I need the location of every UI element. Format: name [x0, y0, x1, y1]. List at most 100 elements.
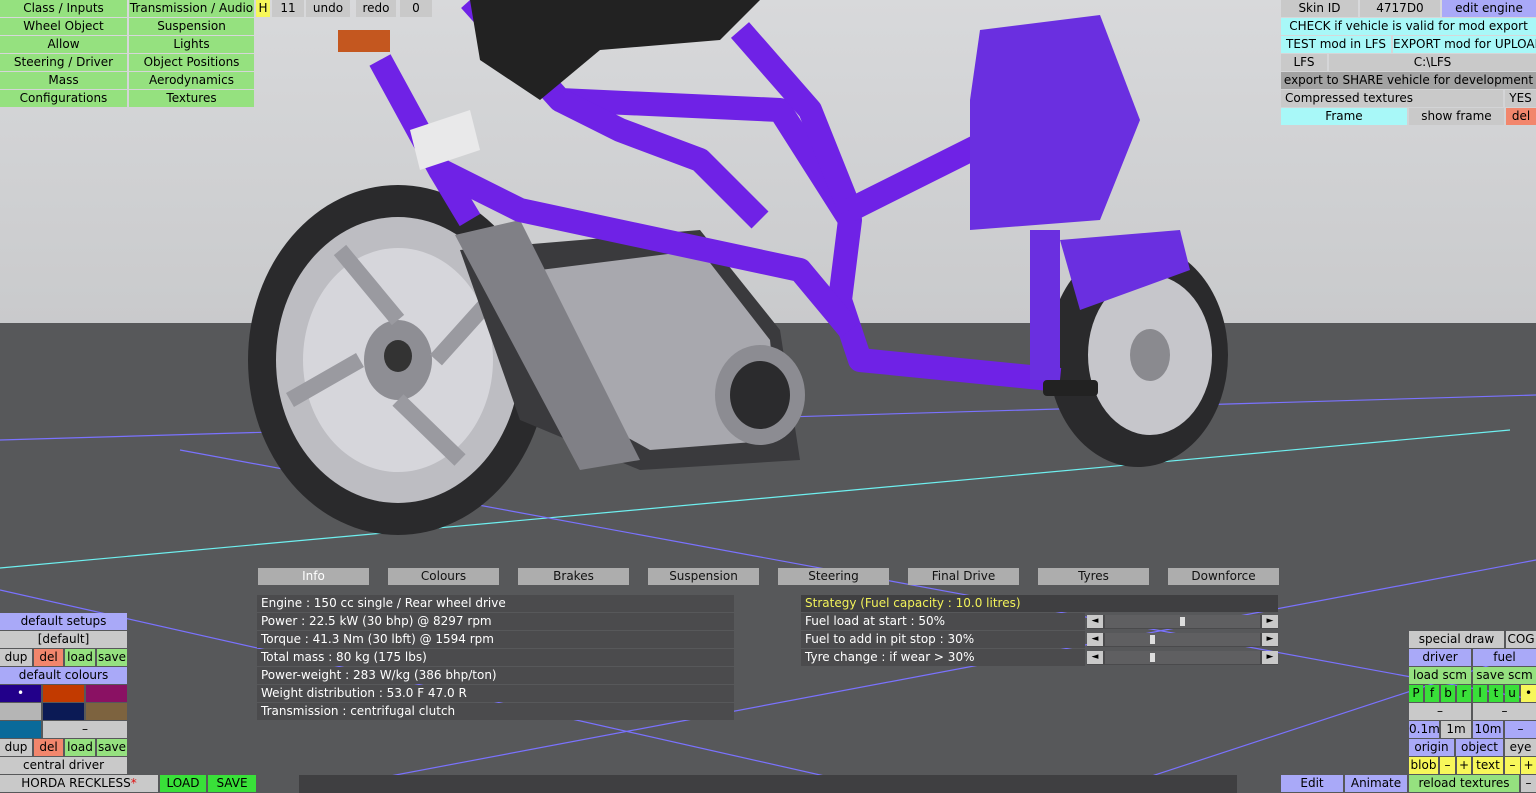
special-draw-button[interactable]: special draw: [1409, 631, 1504, 648]
view-toggle-button[interactable]: u: [1505, 685, 1519, 702]
colour-swatch-6[interactable]: [86, 703, 127, 720]
export-mod-button[interactable]: EXPORT mod for UPLOAD: [1393, 36, 1536, 53]
colour-swatch-7[interactable]: [0, 721, 41, 738]
tab-item[interactable]: Brakes: [518, 568, 629, 585]
menu-item[interactable]: Transmission / Audio: [129, 0, 254, 17]
view-toggle-button[interactable]: b: [1441, 685, 1455, 702]
menu-item[interactable]: Allow: [0, 36, 127, 53]
origin-button[interactable]: origin: [1409, 739, 1454, 756]
slider-left-arrow-icon[interactable]: ◄: [1087, 633, 1103, 646]
colour-swatch-3[interactable]: [86, 685, 127, 702]
undo-button[interactable]: undo: [306, 0, 350, 17]
tab-item[interactable]: Final Drive: [908, 568, 1019, 585]
tab-item[interactable]: Info: [258, 568, 369, 585]
colour-swatch-5[interactable]: [43, 703, 84, 720]
view-toggle-button[interactable]: l: [1473, 685, 1487, 702]
slider-right-arrow-icon[interactable]: ►: [1262, 633, 1278, 646]
slider-knob[interactable]: [1180, 617, 1185, 626]
menu-item[interactable]: Aerodynamics: [129, 72, 254, 89]
compressed-textures-toggle[interactable]: YES: [1505, 90, 1536, 107]
slider-track[interactable]: [1105, 633, 1260, 646]
view-toggle-button[interactable]: •: [1521, 685, 1536, 702]
frame-button[interactable]: Frame: [1281, 108, 1407, 125]
setup-default-item[interactable]: [default]: [0, 631, 127, 648]
distance-0-1m-button[interactable]: 0.1m: [1409, 721, 1439, 738]
car-save-button[interactable]: SAVE: [208, 775, 256, 792]
colour-swatch-1[interactable]: •: [0, 685, 41, 702]
toggle-minus-right[interactable]: –: [1473, 703, 1536, 720]
blob-minus-button[interactable]: –: [1440, 757, 1455, 774]
fuel-button[interactable]: fuel: [1473, 649, 1536, 666]
h-toggle-button[interactable]: H: [256, 0, 270, 17]
setup-save-button[interactable]: save: [97, 649, 127, 666]
frame-del-button[interactable]: del: [1506, 108, 1536, 125]
menu-item[interactable]: Mass: [0, 72, 127, 89]
menu-item[interactable]: Class / Inputs: [0, 0, 127, 17]
edit-mode-button[interactable]: Edit: [1281, 775, 1343, 792]
menu-item[interactable]: Object Positions: [129, 54, 254, 71]
view-toggle-button[interactable]: P: [1409, 685, 1423, 702]
animate-mode-button[interactable]: Animate: [1345, 775, 1407, 792]
setup-load-button[interactable]: load: [65, 649, 95, 666]
view-toggle-button[interactable]: f: [1425, 685, 1439, 702]
car-name-field[interactable]: HORDA RECKLESS*: [0, 775, 158, 792]
test-mod-button[interactable]: TEST mod in LFS: [1281, 36, 1391, 53]
menu-item[interactable]: Lights: [129, 36, 254, 53]
slider-right-arrow-icon[interactable]: ►: [1262, 615, 1278, 628]
central-driver-button[interactable]: central driver: [0, 757, 127, 774]
skin-id-value[interactable]: 4717D0: [1360, 0, 1440, 17]
default-colours-button[interactable]: default colours: [0, 667, 127, 684]
setup-dup-button[interactable]: dup: [0, 649, 32, 666]
load-scm-button[interactable]: load scm: [1409, 667, 1471, 684]
text-minus-button[interactable]: –: [1505, 757, 1520, 774]
slider-right-arrow-icon[interactable]: ►: [1262, 651, 1278, 664]
distance-10m-button[interactable]: 10m: [1473, 721, 1503, 738]
redo-button[interactable]: redo: [356, 0, 396, 17]
tab-item[interactable]: Suspension: [648, 568, 759, 585]
colour-swatch-2[interactable]: [43, 685, 84, 702]
colour-del-button[interactable]: del: [34, 739, 63, 756]
menu-item[interactable]: Steering / Driver: [0, 54, 127, 71]
car-load-button[interactable]: LOAD: [160, 775, 206, 792]
menu-item[interactable]: Wheel Object: [0, 18, 127, 35]
tab-item[interactable]: Steering: [778, 568, 889, 585]
export-share-button[interactable]: export to SHARE vehicle for development: [1281, 72, 1536, 89]
slider-left-arrow-icon[interactable]: ◄: [1087, 615, 1103, 628]
text-button[interactable]: text: [1473, 757, 1503, 774]
view-toggle-button[interactable]: t: [1489, 685, 1503, 702]
menu-item[interactable]: Textures: [129, 90, 254, 107]
eye-button[interactable]: eye: [1505, 739, 1536, 756]
slider-track[interactable]: [1105, 651, 1260, 664]
menu-item[interactable]: Configurations: [0, 90, 127, 107]
driver-button[interactable]: driver: [1409, 649, 1471, 666]
toggle-minus-left[interactable]: –: [1409, 703, 1471, 720]
slider-knob[interactable]: [1150, 635, 1155, 644]
slider-left-arrow-icon[interactable]: ◄: [1087, 651, 1103, 664]
colour-dup-button[interactable]: dup: [0, 739, 32, 756]
blob-button[interactable]: blob: [1409, 757, 1438, 774]
distance-minus-button[interactable]: –: [1505, 721, 1536, 738]
check-vehicle-button[interactable]: CHECK if vehicle is valid for mod export: [1281, 18, 1536, 35]
edit-engine-button[interactable]: edit engine: [1442, 0, 1536, 17]
tab-item[interactable]: Colours: [388, 568, 499, 585]
blob-plus-button[interactable]: +: [1457, 757, 1471, 774]
colour-swatch-4[interactable]: [0, 703, 41, 720]
default-setups-button[interactable]: default setups: [0, 613, 127, 630]
reload-minus-button[interactable]: –: [1521, 775, 1536, 792]
show-frame-button[interactable]: show frame: [1409, 108, 1504, 125]
colour-save-button[interactable]: save: [97, 739, 127, 756]
strategy-slider[interactable]: ◄ ►: [1087, 651, 1278, 665]
reload-textures-button[interactable]: reload textures: [1409, 775, 1519, 792]
colour-remove-button[interactable]: –: [43, 721, 127, 738]
menu-item[interactable]: Suspension: [129, 18, 254, 35]
object-button[interactable]: object: [1456, 739, 1503, 756]
save-scm-button[interactable]: save scm: [1473, 667, 1536, 684]
setup-del-button[interactable]: del: [34, 649, 63, 666]
slider-track[interactable]: [1105, 615, 1260, 628]
strategy-slider[interactable]: ◄ ►: [1087, 615, 1278, 629]
slider-knob[interactable]: [1150, 653, 1155, 662]
text-plus-button[interactable]: +: [1521, 757, 1536, 774]
strategy-slider[interactable]: ◄ ►: [1087, 633, 1278, 647]
lfs-path-field[interactable]: C:\LFS: [1329, 54, 1536, 71]
distance-1m-button[interactable]: 1m: [1441, 721, 1471, 738]
